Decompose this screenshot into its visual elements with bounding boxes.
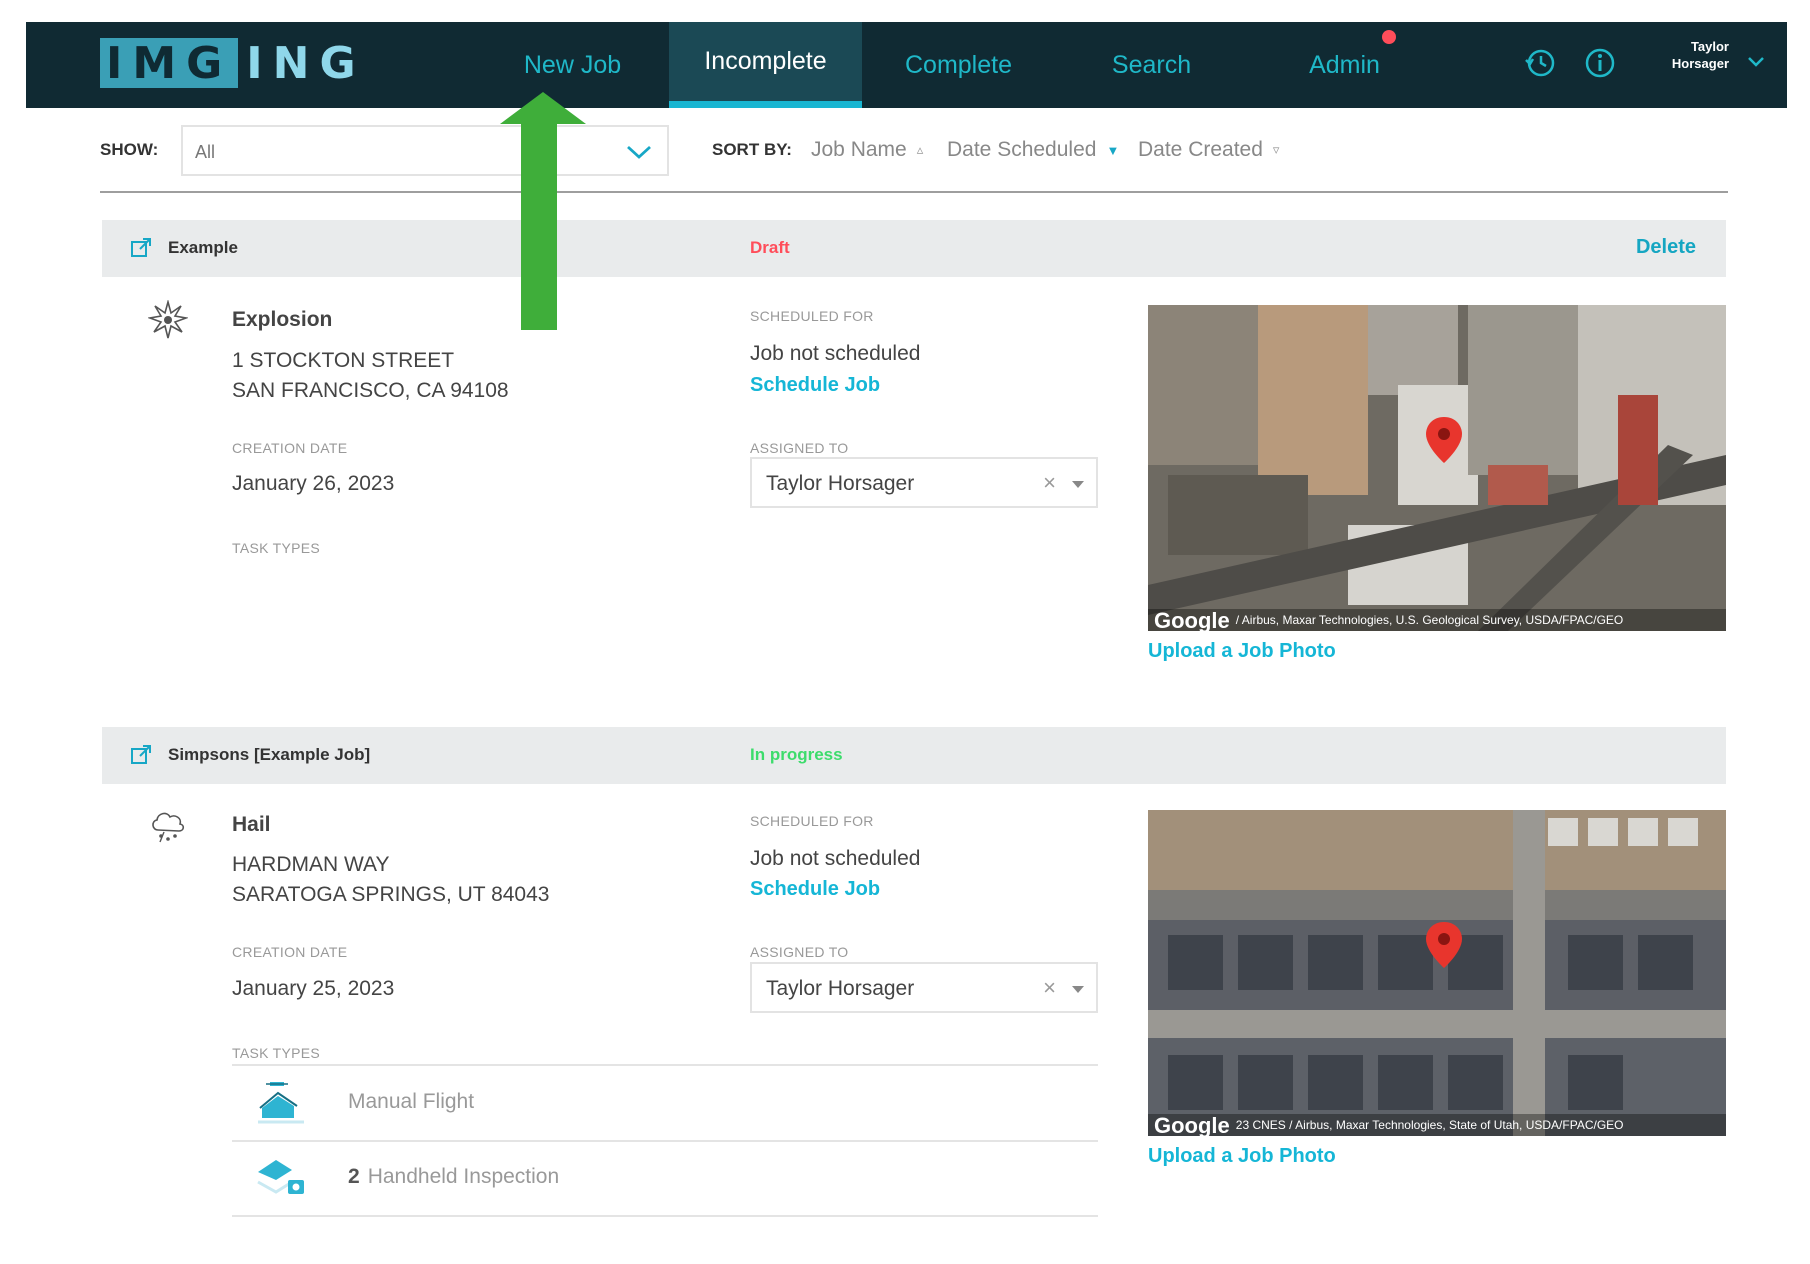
job-header-simpsons: Simpsons [Example Job] In progress <box>102 727 1726 784</box>
sort-asc-icon: ▵ <box>916 142 924 157</box>
top-navigation-bar: IMG ING New Job Incomplete Complete Sear… <box>26 22 1787 108</box>
caret-down-icon <box>1072 986 1084 993</box>
address: 1 STOCKTON STREET SAN FRANCISCO, CA 9410… <box>232 346 509 406</box>
tab-admin-label: Admin <box>1309 50 1380 79</box>
assigned-to-label: ASSIGNED TO <box>750 944 849 960</box>
task-types-label: TASK TYPES <box>232 1045 321 1061</box>
main-nav: New Job Incomplete Complete Search Admin <box>476 22 1441 108</box>
damage-type: Explosion <box>232 308 333 331</box>
tab-complete[interactable]: Complete <box>862 22 1055 108</box>
task-type-item: 2 Handheld Inspection <box>348 1165 559 1189</box>
creation-date: January 26, 2023 <box>232 472 395 495</box>
imging-logo[interactable]: IMG ING <box>100 36 366 90</box>
divider <box>100 191 1728 193</box>
notification-dot <box>1382 30 1396 44</box>
user-menu[interactable]: Taylor Horsager <box>1649 38 1729 72</box>
scheduled-for-label: SCHEDULED FOR <box>750 813 874 829</box>
task-divider <box>232 1064 1098 1066</box>
map-attribution: Google 23 CNES / Airbus, Maxar Technologi… <box>1148 1114 1726 1136</box>
history-icon[interactable] <box>1523 46 1557 80</box>
assignee-value: Taylor Horsager <box>766 977 915 1000</box>
handheld-camera-icon <box>257 1160 304 1194</box>
caret-down-icon <box>1072 481 1084 488</box>
task-type-item: Manual Flight <box>348 1090 474 1114</box>
address-line-1: HARDMAN WAY <box>232 853 390 876</box>
explosion-icon <box>148 300 188 339</box>
drone-house-icon <box>258 1082 304 1124</box>
creation-date-label: CREATION DATE <box>232 440 348 456</box>
tab-incomplete[interactable]: Incomplete <box>669 22 862 108</box>
scheduled-value: Job not scheduled <box>750 342 921 365</box>
assignee-select[interactable]: Taylor Horsager × <box>750 962 1098 1013</box>
external-link-icon[interactable] <box>130 237 152 259</box>
address: HARDMAN WAY SARATOGA SPRINGS, UT 84043 <box>232 850 549 910</box>
show-label: SHOW: <box>100 140 159 159</box>
assignee-value: Taylor Horsager <box>766 472 915 495</box>
annotation-arrow-up-icon <box>500 92 586 330</box>
task-types-label: TASK TYPES <box>232 540 321 556</box>
external-link-icon[interactable] <box>130 744 152 766</box>
upload-job-photo-link[interactable]: Upload a Job Photo <box>1148 640 1336 663</box>
task-divider <box>232 1215 1098 1217</box>
address-line-1: 1 STOCKTON STREET <box>232 349 455 372</box>
schedule-job-link[interactable]: Schedule Job <box>750 374 880 397</box>
status-badge: In progress <box>750 745 843 764</box>
sort-date-created[interactable]: Date Created ▿ <box>1138 138 1279 162</box>
job-map-satellite[interactable]: Google 23 CNES / Airbus, Maxar Technologi… <box>1148 810 1726 1136</box>
show-filter-value: All <box>195 142 216 162</box>
chevron-down-icon[interactable] <box>1745 50 1767 72</box>
job-header-example: Example Draft Delete <box>102 220 1726 277</box>
sort-job-name[interactable]: Job Name ▵ <box>811 138 923 162</box>
task-divider <box>232 1140 1098 1142</box>
logo-text-right: ING <box>246 37 366 89</box>
schedule-job-link[interactable]: Schedule Job <box>750 878 880 901</box>
task-label: Handheld Inspection <box>367 1165 560 1188</box>
sort-date-created-label: Date Created <box>1138 138 1263 161</box>
address-line-2: SARATOGA SPRINGS, UT 84043 <box>232 883 550 906</box>
damage-type: Hail <box>232 813 271 836</box>
address-line-2: SAN FRANCISCO, CA 94108 <box>232 379 509 402</box>
sort-desc-icon: ▼ <box>1106 142 1120 158</box>
info-icon[interactable] <box>1583 46 1617 80</box>
upload-job-photo-link[interactable]: Upload a Job Photo <box>1148 1145 1336 1168</box>
task-count: 2 <box>348 1165 360 1188</box>
user-last-name: Horsager <box>1671 56 1729 71</box>
map-attribution: Google / Airbus, Maxar Technologies, U.S.… <box>1148 609 1726 631</box>
creation-date-label: CREATION DATE <box>232 944 348 960</box>
job-map-satellite[interactable]: Google / Airbus, Maxar Technologies, U.S.… <box>1148 305 1726 631</box>
tab-admin[interactable]: Admin <box>1248 22 1441 108</box>
sort-date-scheduled-label: Date Scheduled <box>947 138 1097 161</box>
creation-date: January 25, 2023 <box>232 977 395 1000</box>
hail-icon <box>152 812 185 843</box>
sort-job-name-label: Job Name <box>811 138 907 161</box>
sort-date-scheduled[interactable]: Date Scheduled ▼ <box>947 138 1119 162</box>
status-badge: Draft <box>750 238 790 257</box>
show-filter-select[interactable]: All <box>181 125 669 176</box>
user-first-name: Taylor <box>1690 39 1729 54</box>
sort-by-label: SORT BY: <box>712 140 792 159</box>
sort-desc-icon: ▿ <box>1272 142 1280 157</box>
delete-button[interactable]: Delete <box>1636 236 1696 259</box>
clear-icon[interactable]: × <box>1043 470 1056 496</box>
scheduled-for-label: SCHEDULED FOR <box>750 308 874 324</box>
job-name[interactable]: Simpsons [Example Job] <box>168 745 370 765</box>
assignee-select[interactable]: Taylor Horsager × <box>750 457 1098 508</box>
chevron-down-icon <box>627 145 651 159</box>
task-label: Manual Flight <box>348 1090 475 1113</box>
job-name[interactable]: Example <box>168 238 238 258</box>
tab-search[interactable]: Search <box>1055 22 1248 108</box>
scheduled-value: Job not scheduled <box>750 847 921 870</box>
assigned-to-label: ASSIGNED TO <box>750 440 849 456</box>
clear-icon[interactable]: × <box>1043 975 1056 1001</box>
logo-text-left: IMG <box>106 37 233 89</box>
